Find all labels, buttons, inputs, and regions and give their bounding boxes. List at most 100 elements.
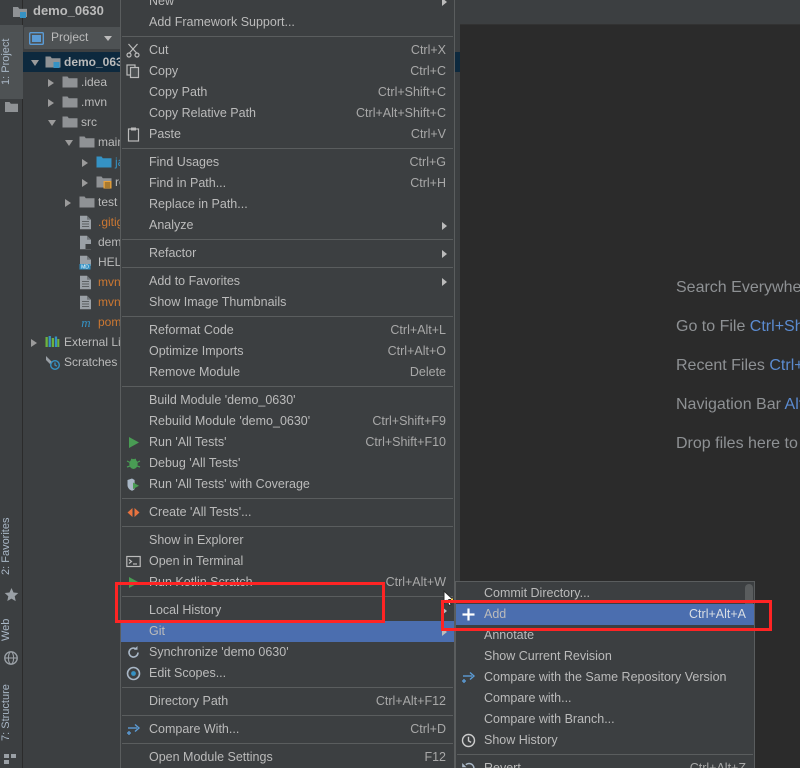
menu-item-show-current-revision[interactable]: Show Current Revision [456,646,754,667]
menu-item-edit-scopes[interactable]: Edit Scopes... [121,663,454,684]
menu-item-show-image-thumbnails[interactable]: Show Image Thumbnails [121,292,454,313]
menu-item-label: Create 'All Tests'... [149,505,252,519]
menu-item-remove-module[interactable]: Remove Module Delete [121,362,454,383]
menu-item-paste[interactable]: Paste Ctrl+V [121,124,454,145]
chevron-right-icon[interactable] [82,159,88,167]
menu-separator [122,148,453,149]
menu-item-copy-relative-path[interactable]: Copy Relative Path Ctrl+Alt+Shift+C [121,103,454,124]
menu-item-optimize-imports[interactable]: Optimize Imports Ctrl+Alt+O [121,341,454,362]
menu-item-label: Optimize Imports [149,344,244,358]
menu-item-compare-with[interactable]: Compare With... Ctrl+D [121,719,454,740]
history-icon [461,733,476,755]
menu-item-show-in-explorer[interactable]: Show in Explorer [121,530,454,551]
menu-item-compare-with-branch[interactable]: Compare with Branch... [456,709,754,730]
menu-item-build-module-demo-0630[interactable]: Build Module 'demo_0630' [121,390,454,411]
menu-item-revert[interactable]: Revert Ctrl+Alt+Z [456,758,754,768]
chevron-right-icon[interactable] [82,179,88,187]
menu-item-annotate[interactable]: Annotate [456,625,754,646]
chevron-down-icon[interactable] [104,36,112,41]
tree-node-label: src [81,115,97,129]
chevron-right-icon[interactable] [65,199,71,207]
menu-item-label: Open Module Settings [149,750,273,764]
menu-item-shortcut: Ctrl+Shift+F9 [372,414,446,428]
menu-item-copy-path[interactable]: Copy Path Ctrl+Shift+C [121,82,454,103]
menu-item-rebuild-module-demo-0630[interactable]: Rebuild Module 'demo_0630' Ctrl+Shift+F9 [121,411,454,432]
structure-icon [4,752,19,766]
menu-item-commit-directory[interactable]: Commit Directory... [456,583,754,604]
menu-item-git[interactable]: Git [121,621,454,642]
menu-item-run-kotlin-scratch[interactable]: Run Kotlin Scratch Ctrl+Alt+W [121,572,454,593]
menu-item-label: Copy [149,64,179,78]
menu-item-label: Add Framework Support... [149,15,295,29]
submenu-arrow-icon [442,222,447,230]
menu-item-analyze[interactable]: Analyze [121,215,454,236]
menu-item-label: Local History [149,603,222,617]
chevron-down-icon[interactable] [31,60,39,66]
sidebar-item-structure[interactable]: 7: Structure [0,672,23,754]
intellij-window: Search Everywhere Double ShiftGo to File… [0,0,800,768]
main-toolbar [455,0,800,25]
sidebar-item-web[interactable]: Web [0,610,23,650]
menu-item-new[interactable]: New [121,0,454,12]
stripe-label-structure: 7: Structure [0,684,12,742]
run-icon [126,575,141,597]
menu-item-label: Copy Path [149,85,208,99]
submenu-arrow-icon [442,628,447,636]
menu-item-directory-path[interactable]: Directory Path Ctrl+Alt+F12 [121,691,454,712]
svg-text:m: m [81,315,90,330]
menu-item-label: Analyze [149,218,194,232]
menu-item-synchronize-demo-0630[interactable]: Synchronize 'demo 0630' [121,642,454,663]
editor-hint-shortcut: Ctrl+E [769,357,800,374]
chevron-down-icon[interactable] [65,140,73,146]
compare-icon [126,722,141,744]
editor-hint-shortcut: Alt+Home [784,396,800,413]
submenu-arrow-icon [442,607,447,615]
menu-separator [122,386,453,387]
menu-item-label: Show Image Thumbnails [149,295,287,309]
globe-icon [4,651,19,665]
menu-item-copy[interactable]: Copy Ctrl+C [121,61,454,82]
chevron-right-icon[interactable] [31,339,37,347]
editor-hint: Search Everywhere Double Shift [676,268,800,307]
menu-item-reformat-code[interactable]: Reformat Code Ctrl+Alt+L [121,320,454,341]
menu-item-debug-all-tests[interactable]: Debug 'All Tests' [121,453,454,474]
menu-separator [122,596,453,597]
menu-item-local-history[interactable]: Local History [121,600,454,621]
menu-item-open-in-terminal[interactable]: Open in Terminal [121,551,454,572]
menu-item-run-all-tests-with-coverage[interactable]: Run 'All Tests' with Coverage [121,474,454,495]
context-menu[interactable]: New Add Framework Support... Cut Ctrl+X Copy… [120,0,455,768]
menu-item-compare-with[interactable]: Compare with... [456,688,754,709]
menu-item-replace-in-path[interactable]: Replace in Path... [121,194,454,215]
menu-item-label: Build Module 'demo_0630' [149,393,296,407]
git-submenu[interactable]: Commit Directory... Add Ctrl+Alt+A Annotate… [455,581,755,768]
menu-item-compare-with-the-same-repository-version[interactable]: Compare with the Same Repository Version [456,667,754,688]
menu-item-run-all-tests[interactable]: Run 'All Tests' Ctrl+Shift+F10 [121,432,454,453]
menu-item-add-to-favorites[interactable]: Add to Favorites [121,271,454,292]
menu-item-shortcut: Ctrl+Alt+A [689,607,746,621]
menu-item-cut[interactable]: Cut Ctrl+X [121,40,454,61]
menu-item-label: Run Kotlin Scratch [149,575,253,589]
editor-hint: Navigation Bar Alt+Home [676,385,800,424]
menu-item-label: Annotate [484,628,535,642]
menu-item-find-usages[interactable]: Find Usages Ctrl+G [121,152,454,173]
stripe-label-favorites: 2: Favorites [0,517,12,575]
editor-hint-label: Recent Files [676,357,765,374]
menu-separator [122,239,453,240]
scratches-icon [45,355,61,376]
star-icon [4,588,19,602]
menu-item-find-in-path[interactable]: Find in Path... Ctrl+H [121,173,454,194]
sidebar-item-project[interactable]: 1: Project [0,25,23,99]
menu-item-create-all-tests[interactable]: Create 'All Tests'... [121,502,454,523]
menu-item-add[interactable]: Add Ctrl+Alt+A [456,604,754,625]
menu-item-add-framework-support[interactable]: Add Framework Support... [121,12,454,33]
menu-item-refactor[interactable]: Refactor [121,243,454,264]
menu-item-show-history[interactable]: Show History [456,730,754,751]
menu-item-open-module-settings[interactable]: Open Module Settings F12 [121,747,454,768]
menu-item-label: Synchronize 'demo 0630' [149,645,289,659]
chevron-down-icon[interactable] [48,120,56,126]
menu-item-shortcut: F12 [424,750,446,764]
sidebar-item-favorites[interactable]: 2: Favorites [0,505,23,587]
chevron-right-icon[interactable] [48,99,54,107]
menu-separator [457,754,753,755]
chevron-right-icon[interactable] [48,79,54,87]
